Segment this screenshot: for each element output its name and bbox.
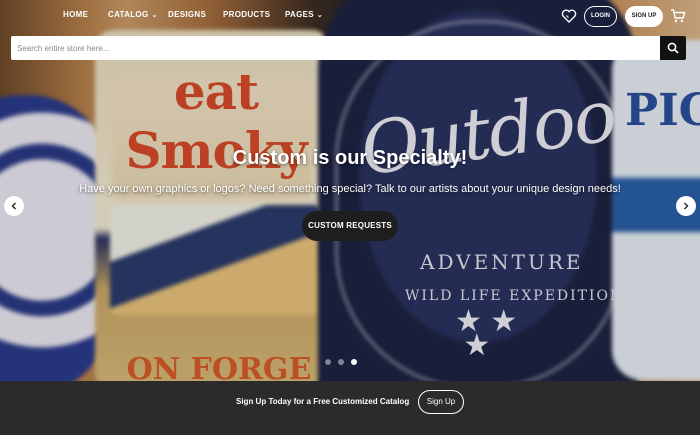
search-button[interactable]: [660, 36, 686, 60]
promo-signup-button[interactable]: Sign Up: [418, 390, 464, 414]
promo-text: Sign Up Today for a Free Customized Cata…: [236, 397, 410, 406]
nav-pages[interactable]: PAGES ⌄: [285, 10, 323, 19]
search-icon: [667, 42, 679, 54]
slider-dot-active[interactable]: [351, 359, 357, 365]
hero-subtitle: Have your own graphics or logos? Need so…: [79, 183, 621, 195]
custom-requests-button[interactable]: CUSTOM REQUESTS: [302, 211, 398, 241]
slider-dot[interactable]: [325, 359, 331, 365]
slider-dot[interactable]: [338, 359, 344, 365]
nav-designs-label: DESIGNS: [168, 10, 207, 19]
slider-prev-button[interactable]: [4, 196, 24, 216]
nav-products-label: PRODUCTS: [223, 10, 271, 19]
nav-home[interactable]: HOME: [63, 10, 88, 19]
chevron-right-icon: [684, 202, 689, 210]
chevron-left-icon: [11, 202, 16, 210]
slider-pagination: [325, 359, 357, 365]
heart-icon[interactable]: [561, 8, 577, 24]
nav-products[interactable]: PRODUCTS: [223, 10, 270, 19]
hero-title: Custom is our Specialty!: [232, 147, 468, 169]
chevron-down-icon: ⌄: [316, 12, 324, 19]
nav-pages-label: PAGES: [285, 10, 314, 19]
cart-icon[interactable]: [670, 9, 686, 23]
nav-home-label: HOME: [63, 10, 89, 19]
nav-catalog-label: CATALOG: [108, 10, 149, 19]
login-button[interactable]: LOGIN: [584, 6, 617, 27]
slider-next-button[interactable]: [676, 196, 696, 216]
search-input[interactable]: [11, 36, 659, 60]
signup-button[interactable]: SIGN UP: [625, 6, 663, 27]
search-bar: [11, 36, 686, 60]
nav-designs[interactable]: DESIGNS: [168, 10, 206, 19]
promo-bar: Sign Up Today for a Free Customized Cata…: [0, 381, 700, 435]
nav-catalog[interactable]: CATALOG ⌄: [108, 10, 158, 19]
chevron-down-icon: ⌄: [151, 12, 158, 19]
